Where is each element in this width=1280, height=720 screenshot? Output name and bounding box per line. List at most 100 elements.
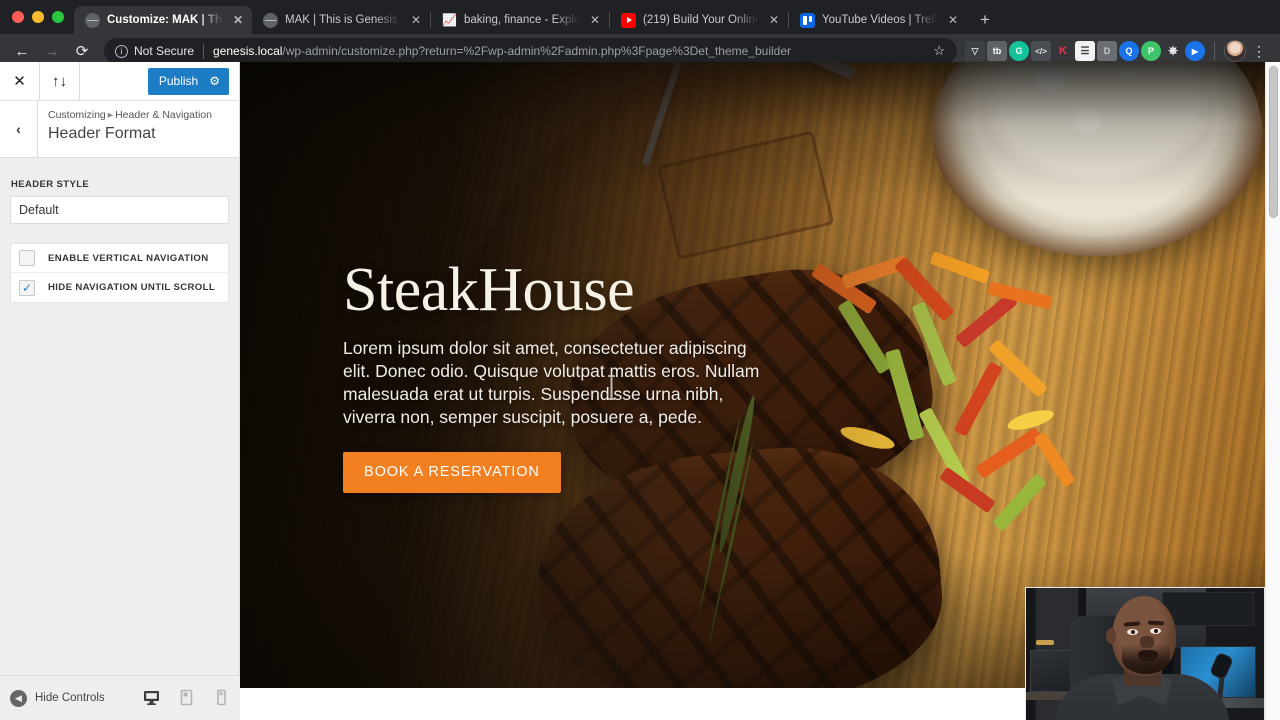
header-style-value: Default	[19, 203, 59, 217]
gear-icon[interactable]: ⚙	[209, 74, 220, 88]
tab-strip: Customize: MAK | This is Genesis ✕ MAK |…	[0, 0, 1280, 34]
close-tab-icon[interactable]: ✕	[587, 12, 603, 28]
breadcrumb-separator: ▸	[107, 109, 114, 121]
address-bar[interactable]: i Not Secure genesis.local /wp-admin/cus…	[104, 38, 957, 64]
tab-title: MAK | This is Genesis Just anoth	[285, 14, 401, 26]
globe-icon	[263, 12, 278, 28]
hero-copy: SteakHouse Lorem ipsum dolor sit amet, c…	[343, 256, 763, 494]
close-window-button[interactable]	[12, 11, 24, 23]
dropbox-extension-icon[interactable]: D	[1097, 41, 1117, 61]
preview-scrollbar[interactable]	[1265, 62, 1280, 720]
opera-extension-icon[interactable]: Q	[1119, 41, 1139, 61]
device-preview-toggles	[143, 689, 230, 707]
browser-tab-4[interactable]: YouTube Videos | Trello ✕	[789, 6, 967, 34]
security-status-label: Not Secure	[134, 44, 195, 58]
browser-tab-0[interactable]: Customize: MAK | This is Genesis ✕	[74, 6, 252, 34]
publish-button[interactable]: Publish ⚙	[147, 67, 229, 95]
close-customizer-button[interactable]: ✕	[0, 62, 40, 100]
forward-button[interactable]: →	[38, 37, 66, 65]
breadcrumb: Customizing ▸ Header & Navigation	[48, 109, 212, 123]
desk-lamp	[1036, 640, 1054, 645]
back-button[interactable]: ←	[8, 37, 36, 65]
reload-button[interactable]: ⟳	[68, 37, 96, 65]
close-tab-icon[interactable]: ✕	[945, 12, 961, 28]
changeset-toggle-icon[interactable]: ↑↓	[40, 62, 80, 100]
checkbox-label: Enable Vertical Navigation	[48, 252, 209, 264]
customizer-panel-header: ‹ Customizing ▸ Header & Navigation Header…	[0, 101, 239, 158]
close-tab-icon[interactable]: ✕	[408, 12, 424, 28]
presenter-mouth	[1138, 650, 1158, 661]
customizer-sidebar: ✕ ↑↓ Publish ⚙ ‹ Customizing ▸ Header & Na…	[0, 62, 240, 720]
header-style-label: Header Style	[11, 179, 90, 190]
kapwing-extension-icon[interactable]: K	[1053, 41, 1073, 61]
browser-tab-1[interactable]: MAK | This is Genesis Just anoth ✕	[252, 6, 430, 34]
checkbox-row-hide-navigation-until-scroll[interactable]: ✓ Hide Navigation Until Scroll	[11, 273, 228, 302]
analytics-extension-icon[interactable]: ☰	[1075, 41, 1095, 61]
globe-icon	[85, 12, 100, 28]
hero-heading: SteakHouse	[343, 256, 635, 324]
extensions-tray: ▽ tb G </> K ☰ D Q P ✵ ▶ ⋮	[965, 40, 1272, 62]
profile-avatar[interactable]	[1224, 40, 1246, 62]
text-cursor	[606, 375, 617, 400]
trello-icon	[800, 12, 815, 28]
info-icon[interactable]: i	[115, 44, 128, 58]
proton-vpn-extension-icon[interactable]: P	[1141, 41, 1161, 61]
maximize-window-button[interactable]	[52, 11, 64, 23]
browser-tab-2[interactable]: 📈 baking, finance - Explore - Goog ✕	[431, 6, 609, 34]
close-tab-icon[interactable]: ✕	[230, 12, 246, 28]
presenter-nose	[1140, 636, 1154, 648]
presenter-eye-left	[1127, 629, 1138, 635]
breadcrumb-root: Customizing	[48, 109, 106, 121]
page-title: Header Format	[48, 124, 156, 142]
publish-group: Publish ⚙	[147, 62, 239, 100]
customizer-footer: ◀ Hide Controls	[0, 675, 240, 720]
customizer-topbar: ✕ ↑↓ Publish ⚙	[0, 62, 239, 101]
browser-window: Customize: MAK | This is Genesis ✕ MAK |…	[0, 0, 1280, 720]
tab-title: Customize: MAK | This is Genesis	[107, 14, 223, 26]
breadcrumb-section: Header & Navigation	[115, 109, 212, 121]
book-a-reservation-button[interactable]: BOOK A RESERVATION	[343, 452, 561, 494]
navigation-checkbox-group: Enable Vertical Navigation ✓ Hide Naviga…	[10, 243, 229, 303]
code-extension-icon[interactable]: </>	[1031, 41, 1051, 61]
close-tab-icon[interactable]: ✕	[766, 12, 782, 28]
customizer-controls: Header Style Default Enable Vertical Nav…	[0, 158, 239, 303]
checkbox-row-enable-vertical-navigation[interactable]: Enable Vertical Navigation	[11, 244, 228, 273]
hide-controls-label: Hide Controls	[35, 692, 105, 704]
tab-title: baking, finance - Explore - Goog	[464, 14, 580, 26]
edge-extension-icon[interactable]: ▶	[1185, 41, 1205, 61]
presenter-ear	[1106, 628, 1116, 644]
youtube-icon	[621, 12, 636, 28]
url-host: genesis.local	[213, 44, 283, 58]
minimize-window-button[interactable]	[32, 11, 44, 23]
studio-shelf	[1162, 592, 1254, 626]
publish-label: Publish	[158, 74, 199, 88]
customizer-app: ✕ ↑↓ Publish ⚙ ‹ Customizing ▸ Header & Na…	[0, 62, 1280, 720]
panel-titles: Customizing ▸ Header & Navigation Header F…	[38, 101, 212, 157]
omnibox-divider	[203, 43, 205, 59]
chevron-left-icon: ◀	[10, 689, 27, 707]
lastpass-extension-icon[interactable]: tb	[987, 41, 1007, 61]
browser-tab-3[interactable]: (219) Build Your Online Business ✕	[610, 6, 788, 34]
desktop-icon[interactable]	[143, 689, 160, 706]
hide-controls-button[interactable]: ◀ Hide Controls	[10, 689, 105, 707]
mobile-icon[interactable]	[213, 689, 230, 706]
new-tab-button[interactable]: +	[971, 6, 999, 34]
tab-title: (219) Build Your Online Business	[643, 14, 759, 26]
preview-scrollbar-thumb[interactable]	[1269, 66, 1278, 218]
loom-extension-icon[interactable]: ✵	[1163, 41, 1183, 61]
webcam-overlay	[1025, 587, 1265, 720]
window-controls	[8, 11, 74, 34]
tablet-icon[interactable]	[178, 689, 195, 706]
trends-chart-icon: 📈	[442, 13, 457, 27]
hero-paragraph: Lorem ipsum dolor sit amet, consectetuer…	[343, 338, 760, 428]
browser-menu-icon[interactable]: ⋮	[1248, 44, 1270, 58]
url-path: /wp-admin/customize.php?return=%2Fwp-adm…	[282, 44, 792, 58]
checkbox-label: Hide Navigation Until Scroll	[48, 282, 216, 293]
back-to-section-button[interactable]: ‹	[0, 101, 38, 157]
pocket-extension-icon[interactable]: ▽	[965, 41, 985, 61]
checkbox-hide-navigation-until-scroll[interactable]: ✓	[19, 279, 35, 296]
checkbox-enable-vertical-navigation[interactable]	[19, 250, 35, 266]
grammarly-extension-icon[interactable]: G	[1009, 41, 1029, 61]
bookmark-star-icon[interactable]: ☆	[923, 43, 953, 59]
header-style-select[interactable]: Default	[10, 196, 229, 224]
